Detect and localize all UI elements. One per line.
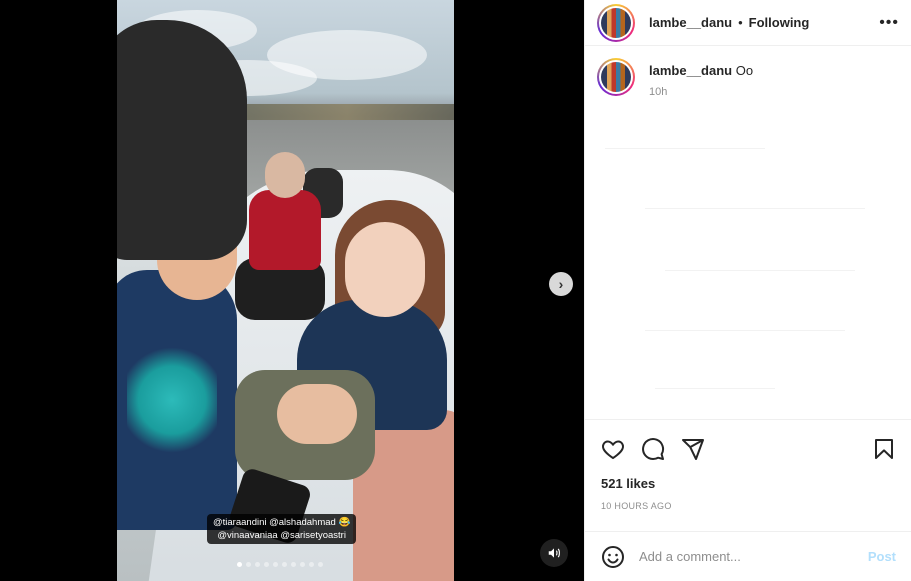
likes-count[interactable]: 521 likes [585,464,911,491]
post-actions-section: 521 likes 10 HOURS AGO [585,419,911,511]
next-media-button[interactable]: › [549,272,573,296]
caption-username[interactable]: lambe__danu [649,63,732,78]
chevron-right-icon: › [558,276,564,292]
speaker-icon [548,548,560,558]
user-tags-overlay: @tiaraandini @alshadahmad 😂 @vinaavaniaa… [207,514,357,544]
user-tags-line-2[interactable]: @vinaavaniaa @sarisetyoastri [213,529,350,542]
faint-line [645,208,865,209]
person-red-head [265,152,305,198]
faint-line [655,388,775,389]
caption-content: Oo [735,63,754,78]
media-pane: @tiaraandini @alshadahmad 😂 @vinaavaniaa… [0,0,584,581]
avatar[interactable] [597,3,635,42]
carousel-dot[interactable] [246,562,251,567]
carousel-dot[interactable] [309,562,314,567]
post-side-panel: lambe__danu • Following ••• lambe__danu … [584,0,911,581]
post-video[interactable] [117,0,454,581]
header-separator: • [738,15,743,30]
header-username[interactable]: lambe__danu [649,15,732,30]
post-comment-button[interactable]: Post [868,549,896,564]
post-time-ago[interactable]: 10 HOURS AGO [585,491,911,511]
avatar-image [601,7,631,38]
more-icon[interactable]: ••• [879,14,899,32]
carousel-dot[interactable] [318,562,323,567]
carousel-dot[interactable] [291,562,296,567]
caption-block: lambe__danu Oo 10h [585,46,911,98]
emoji-icon[interactable] [601,545,625,569]
caption-time[interactable]: 10h [649,86,753,98]
post-header: lambe__danu • Following ••• [585,0,911,46]
girl-face [345,222,425,317]
caption-avatar[interactable] [597,58,635,96]
carousel-dot[interactable] [264,562,269,567]
avatar-image [601,62,631,92]
shirt-print [127,340,217,460]
carousel-dot[interactable] [282,562,287,567]
action-bar [585,420,911,464]
share-icon[interactable] [681,437,705,461]
bookmark-icon[interactable] [872,437,896,461]
heart-icon[interactable] [601,437,625,461]
comment-icon[interactable] [641,437,665,461]
comment-composer: Post [585,531,911,581]
person-red-shirt [249,190,321,270]
carousel-dot[interactable] [300,562,305,567]
boy-hair [117,20,247,260]
carousel-dot[interactable] [237,562,242,567]
user-tags-line-1[interactable]: @tiaraandini @alshadahmad 😂 [213,516,350,529]
mute-button[interactable] [540,539,568,567]
faint-line [665,270,855,271]
carousel-dot[interactable] [273,562,278,567]
carousel-dots [237,562,323,567]
caption-text: lambe__danu Oo [649,62,753,80]
faint-line [645,330,845,331]
knee [277,384,357,444]
comment-input[interactable] [639,549,868,564]
faint-line [605,148,765,149]
comments-list [585,120,911,418]
carousel-dot[interactable] [255,562,260,567]
post-modal: @tiaraandini @alshadahmad 😂 @vinaavaniaa… [0,0,911,581]
following-button[interactable]: Following [749,15,810,30]
